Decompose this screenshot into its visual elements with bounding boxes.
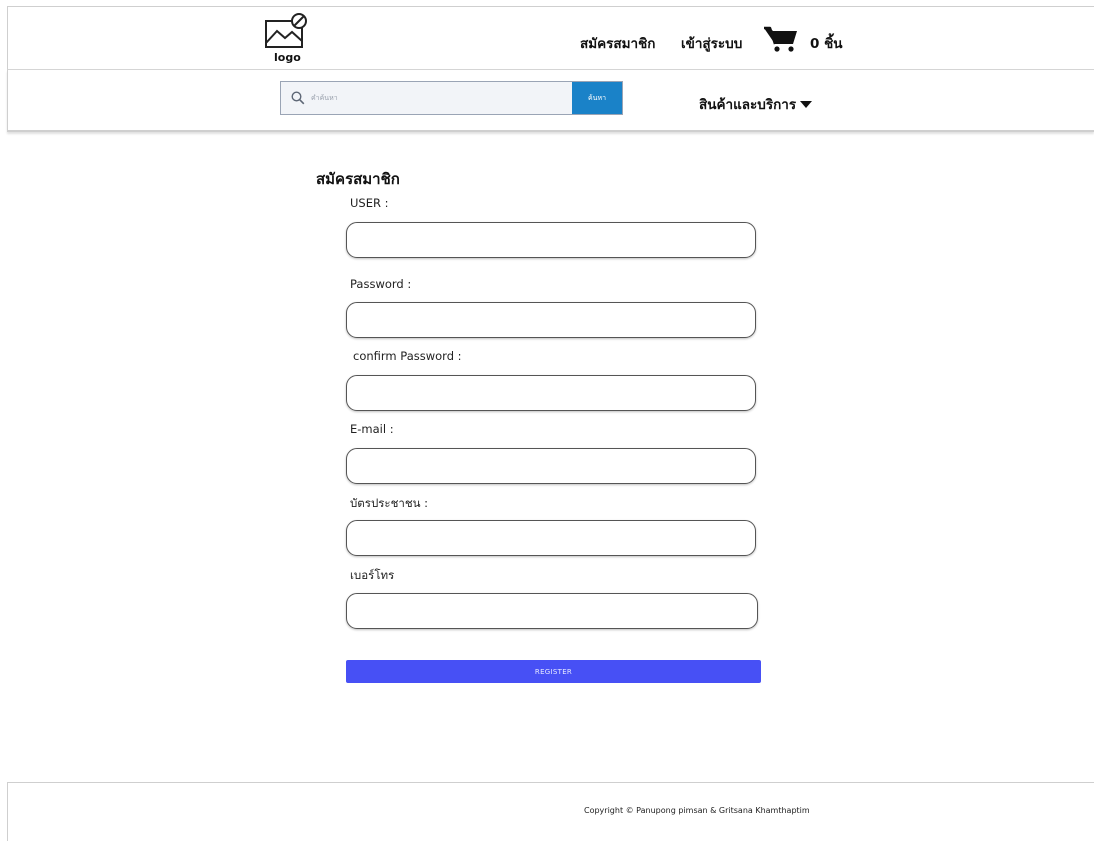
email-label: E-mail : <box>350 422 394 436</box>
search-icon <box>291 91 305 105</box>
search-input[interactable] <box>311 88 566 108</box>
confirm-password-label: confirm Password : <box>353 349 462 363</box>
user-label: USER : <box>350 196 389 210</box>
search-row: ค้นหา สินค้าและบริการ <box>7 70 1094 132</box>
password-label: Password : <box>350 277 412 291</box>
page-title: สมัครสมาชิก <box>316 170 400 188</box>
password-input[interactable] <box>346 302 756 338</box>
footer: Copyright © Panupong pimsan & Gritsana K… <box>7 782 1094 841</box>
register-button[interactable]: REGISTER <box>346 660 761 683</box>
phone-label: เบอร์โทร <box>350 568 395 582</box>
user-input[interactable] <box>346 222 756 258</box>
cart-count: 0 ชิ้น <box>810 36 843 52</box>
email-input[interactable] <box>346 448 756 484</box>
search-button[interactable]: ค้นหา <box>572 82 622 114</box>
cart-icon[interactable] <box>763 25 799 53</box>
search-box: ค้นหา <box>280 81 623 115</box>
idcard-label: บัตรประชาชน : <box>350 496 429 510</box>
copyright-text: Copyright © Panupong pimsan & Gritsana K… <box>584 806 810 815</box>
logo-label: logo <box>274 51 301 64</box>
nav-login-link[interactable]: เข้าสู่ระบบ <box>681 32 742 54</box>
logo[interactable]: logo <box>263 13 313 67</box>
top-header: logo สมัครสมาชิก เข้าสู่ระบบ 0 ชิ้น <box>7 6 1094 70</box>
phone-input[interactable] <box>346 593 758 629</box>
confirm-password-input[interactable] <box>346 375 756 411</box>
caret-down-icon <box>800 101 813 108</box>
idcard-input[interactable] <box>346 520 756 556</box>
categories-label: สินค้าและบริการ <box>699 97 797 113</box>
image-placeholder-icon <box>265 13 307 48</box>
nav-register-link[interactable]: สมัครสมาชิก <box>580 32 655 54</box>
categories-dropdown[interactable]: สินค้าและบริการ <box>699 93 813 115</box>
